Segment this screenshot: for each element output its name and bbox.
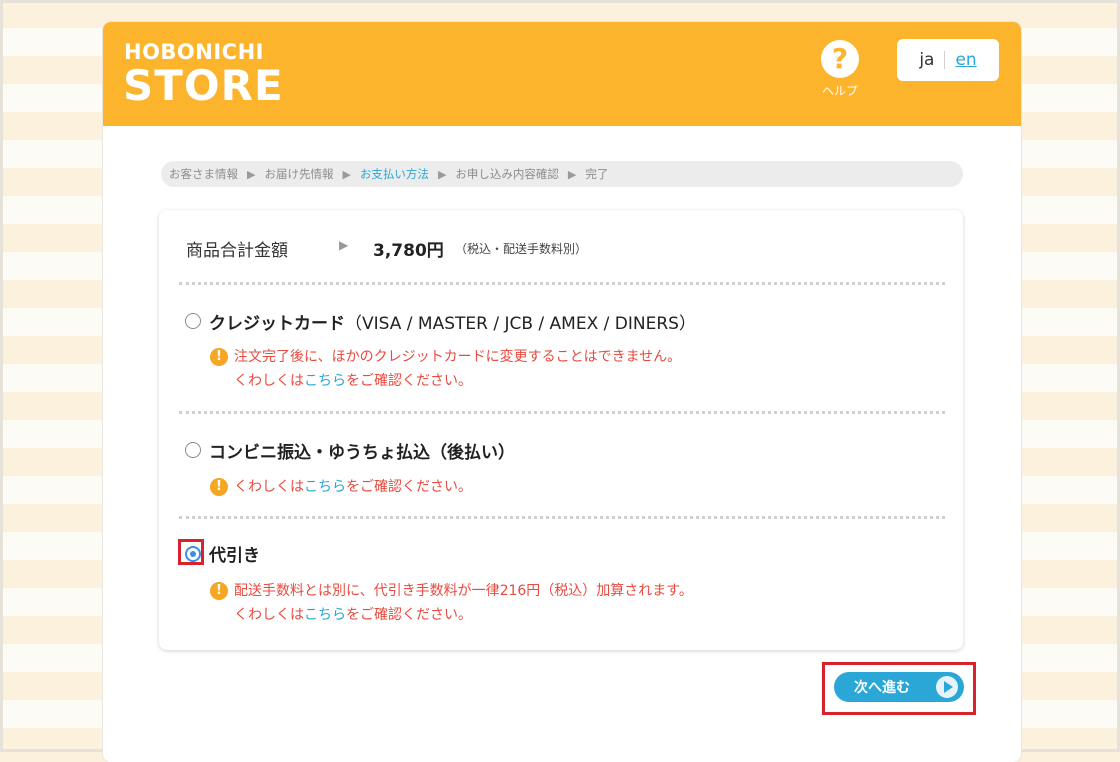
lang-divider <box>944 51 946 69</box>
cash-on-delivery-more-info: くわしくはこちらをご確認ください。 <box>234 603 693 627</box>
cash-on-delivery-warning-line: 配送手数料とは別に、代引き手数料が一律216円（税込）加算されます。 <box>234 583 693 599</box>
payment-card: 商品合計金額 ▶ 3,780円 （税込・配送手数料別） クレジットカード（VIS… <box>159 210 963 650</box>
language-switcher: ja en <box>897 39 999 81</box>
option-cash-on-delivery-label[interactable]: 代引き <box>209 541 260 566</box>
radio-highlight-box <box>178 539 204 565</box>
warning-icon: ! <box>210 478 228 496</box>
more-suffix: をご確認ください。 <box>346 607 472 623</box>
more-prefix: くわしくは <box>234 607 304 623</box>
total-label: 商品合計金額 <box>186 241 288 261</box>
step-arrow-icon: ▶ <box>247 167 256 181</box>
help-button[interactable]: ? ヘルプ <box>815 40 865 99</box>
step-customer-info: お客さま情報 <box>169 167 238 181</box>
lang-ja: ja <box>919 50 935 70</box>
credit-card-warning: 注文完了後に、ほかのクレジットカードに変更することはできません。 くわしくはこち… <box>234 345 681 393</box>
next-button-highlight-box <box>822 662 976 715</box>
convenience-store-more-info: くわしくはこちらをご確認ください。 <box>234 475 472 499</box>
radio-credit-card[interactable] <box>185 313 201 329</box>
checkout-progress: お客さま情報 ▶ お届け先情報 ▶ お支払い方法 ▶ お申し込み内容確認 ▶ 完… <box>161 161 963 187</box>
warning-icon: ! <box>210 582 228 600</box>
divider <box>179 282 945 285</box>
more-suffix: をご確認ください。 <box>346 373 472 389</box>
step-complete: 完了 <box>585 167 609 181</box>
credit-card-details-link[interactable]: こちら <box>304 373 346 389</box>
help-icon[interactable]: ? <box>821 40 859 78</box>
total-note: （税込・配送手数料別） <box>455 242 588 256</box>
step-confirm-order: お申し込み内容確認 <box>455 167 559 181</box>
credit-card-warning-line: 注文完了後に、ほかのクレジットカードに変更することはできません。 <box>234 349 682 365</box>
warning-icon: ! <box>210 348 228 366</box>
step-delivery-info: お届け先情報 <box>264 167 334 181</box>
total-arrow-icon: ▶ <box>339 238 349 252</box>
checkout-window: HOBONICHI STORE ? ヘルプ ja en お客さま情報 ▶ お届け… <box>103 22 1021 762</box>
step-arrow-icon: ▶ <box>342 167 351 181</box>
convenience-store-details-link[interactable]: こちら <box>304 479 346 495</box>
option-convenience-store-label[interactable]: コンビニ振込・ゆうちょ払込（後払い） <box>209 438 515 463</box>
option-credit-card-label[interactable]: クレジットカード（VISA / MASTER / JCB / AMEX / DI… <box>209 309 696 334</box>
option-credit-card-brands: （VISA / MASTER / JCB / AMEX / DINERS） <box>345 314 696 334</box>
divider <box>179 411 945 414</box>
cash-on-delivery-warning: 配送手数料とは別に、代引き手数料が一律216円（税込）加算されます。 くわしくは… <box>234 579 693 627</box>
step-payment-method: お支払い方法 <box>359 167 429 181</box>
more-prefix: くわしくは <box>234 373 304 389</box>
cash-on-delivery-details-link[interactable]: こちら <box>304 607 346 623</box>
more-prefix: くわしくは <box>234 479 304 495</box>
divider <box>179 516 945 519</box>
store-header: HOBONICHI STORE ? ヘルプ ja en <box>103 22 1021 126</box>
convenience-store-warning: くわしくはこちらをご確認ください。 <box>234 475 472 499</box>
option-credit-card-name: クレジットカード <box>209 314 345 334</box>
credit-card-more-info: くわしくはこちらをご確認ください。 <box>234 369 681 393</box>
step-arrow-icon: ▶ <box>437 167 447 181</box>
more-suffix: をご確認ください。 <box>346 479 472 495</box>
logo-store[interactable]: STORE <box>123 62 284 110</box>
lang-en-link[interactable]: en <box>955 50 976 70</box>
help-label[interactable]: ヘルプ <box>815 82 865 99</box>
step-arrow-icon: ▶ <box>567 167 577 181</box>
total-amount: 3,780円 <box>373 241 444 261</box>
radio-convenience-store[interactable] <box>185 442 201 458</box>
